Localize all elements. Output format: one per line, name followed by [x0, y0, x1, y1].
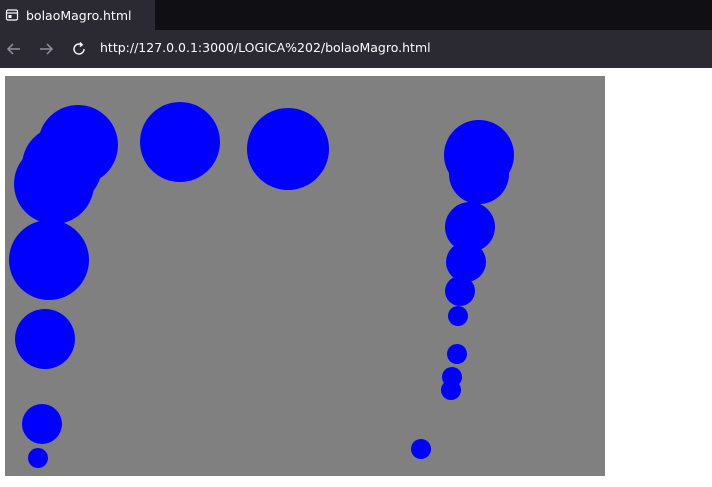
browser-window: bolaoMagro.html http://127.0.0.1:3000/LO…	[0, 0, 712, 487]
navigation-bar: http://127.0.0.1:3000/LOGICA%202/bolaoMa…	[0, 30, 712, 68]
ball-16	[441, 380, 461, 400]
ball-12	[445, 276, 475, 306]
ball-18	[28, 448, 48, 468]
ball-14	[447, 344, 467, 364]
ball-4	[9, 220, 89, 300]
ball-11	[446, 242, 486, 282]
reload-icon[interactable]	[67, 37, 91, 61]
ball-3	[14, 144, 94, 224]
tab-title: bolaoMagro.html	[26, 7, 132, 23]
ball-6	[140, 102, 220, 182]
ball-17	[22, 404, 62, 444]
ball-13	[448, 306, 468, 326]
url-field[interactable]: http://127.0.0.1:3000/LOGICA%202/bolaoMa…	[100, 40, 431, 55]
ball-9	[449, 144, 509, 204]
back-arrow-icon[interactable]	[2, 37, 26, 61]
ball-5	[15, 309, 75, 369]
ball-7	[247, 108, 329, 190]
ball-19	[411, 439, 431, 459]
forward-arrow-icon[interactable]	[34, 37, 58, 61]
tab-active[interactable]: bolaoMagro.html	[0, 0, 155, 30]
page-icon	[4, 7, 20, 23]
page-content	[0, 68, 712, 487]
tab-bar: bolaoMagro.html	[0, 0, 712, 30]
ball-canvas	[5, 76, 605, 476]
